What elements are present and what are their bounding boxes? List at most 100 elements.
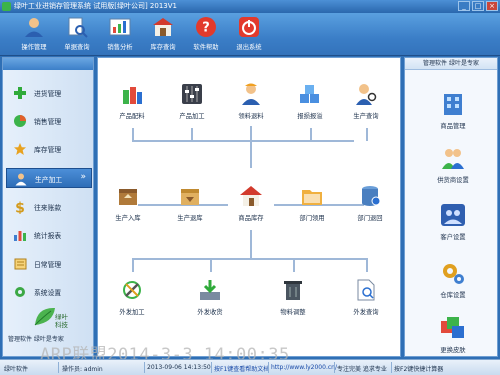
help-icon: ? xyxy=(195,16,217,38)
people-icon xyxy=(442,149,464,169)
status-datetime: 2013-09-06 14:13:50 xyxy=(147,364,211,371)
flow-connector xyxy=(366,258,368,272)
toolbar-warehouse-button[interactable]: 库存查询 xyxy=(143,16,183,54)
minimize-button[interactable]: _ xyxy=(458,1,470,11)
pie-icon xyxy=(14,115,26,127)
module-outsourcing-query[interactable]: 外发查询 xyxy=(344,278,388,316)
box-out-icon xyxy=(181,189,199,205)
module-material-issue-return[interactable]: 领料退料 xyxy=(229,82,273,120)
status-help-hint[interactable]: 按F1键查看帮助文档 xyxy=(214,364,269,373)
flow-connector xyxy=(132,140,354,142)
cubes-icon xyxy=(300,85,319,103)
toolbar-user-manage-button[interactable]: 操作管理 xyxy=(14,16,54,54)
toolbar-sales-analysis-button[interactable]: 销售分析 xyxy=(100,16,140,54)
trash-icon xyxy=(284,281,302,300)
status-slogan: 专注完美 追求专业 xyxy=(337,366,387,373)
right-item-product-manage[interactable]: 商品管理 xyxy=(425,91,481,130)
status-app-name: 绿叶软件 xyxy=(4,366,29,373)
module-department-requisition[interactable]: 部门领用 xyxy=(290,184,334,222)
module-outsourcing[interactable]: 外发加工 xyxy=(110,278,154,316)
maximize-button[interactable]: □ xyxy=(472,1,484,11)
flow-connector xyxy=(366,128,368,141)
module-material-adjustment[interactable]: 物料调整 xyxy=(271,278,315,316)
svg-text:$: $ xyxy=(15,201,25,215)
user-manage-icon xyxy=(23,16,45,38)
sidebar-item-accounts[interactable]: $ 往来账款 xyxy=(6,197,92,217)
chevron-right-icon: » xyxy=(80,172,86,182)
status-separator xyxy=(334,362,335,373)
right-panel-header: 管理软件 绿叶是专家 xyxy=(405,58,497,70)
toolbar-exit-button[interactable]: 退出系统 xyxy=(229,16,269,54)
sidebar-item-reports[interactable]: 统计报表 xyxy=(6,225,92,245)
customers-icon xyxy=(441,204,465,226)
status-bar: 绿叶软件 操作员: admin 2013-09-06 14:13:50 按F1键… xyxy=(0,359,500,375)
module-department-return[interactable]: 部门退回 xyxy=(348,184,392,222)
status-separator xyxy=(144,362,145,373)
exit-icon xyxy=(238,16,260,38)
folder-icon xyxy=(302,190,322,205)
right-item-warehouse-settings[interactable]: 仓库设置 xyxy=(425,260,481,299)
sidebar-item-purchase[interactable]: 进货管理 xyxy=(6,83,92,103)
right-item-change-skin[interactable]: 更换皮肤 xyxy=(425,315,481,354)
close-button[interactable]: × xyxy=(486,1,498,11)
sidebar-item-sales[interactable]: 销售管理 xyxy=(6,111,92,131)
app-logo-icon xyxy=(2,2,11,11)
right-panel: 管理软件 绿叶是专家 商品管理 供货商设置 客户设置 仓库设置 更换皮肤 xyxy=(404,57,498,357)
flow-connector xyxy=(132,128,134,141)
module-product-processing[interactable]: 产品加工 xyxy=(170,82,214,120)
skin-icon xyxy=(441,317,464,338)
status-separator xyxy=(58,362,59,373)
bar-chart-icon xyxy=(14,231,26,241)
person-search-icon xyxy=(356,84,377,105)
warehouse-icon xyxy=(152,16,174,38)
status-separator xyxy=(391,362,392,373)
module-loss-overflow[interactable]: 报损报溢 xyxy=(288,82,332,120)
document-search-icon xyxy=(66,16,88,38)
plus-icon xyxy=(14,87,26,99)
notebook-icon xyxy=(14,258,27,270)
flow-connector xyxy=(250,230,252,260)
sidebar-item-production[interactable]: 生产加工 » xyxy=(6,168,92,188)
flow-connector xyxy=(191,128,193,141)
sales-analysis-icon xyxy=(109,16,131,38)
module-product-inventory[interactable]: 商品库存 xyxy=(229,184,273,222)
dollar-icon: $ xyxy=(15,201,25,215)
database-icon xyxy=(362,186,381,206)
gear-icon xyxy=(15,287,25,297)
user-icon xyxy=(15,173,27,186)
building-icon xyxy=(444,94,462,115)
module-production-stock-in[interactable]: 生产入库 xyxy=(106,184,150,222)
sidebar-item-settings[interactable]: 系统设置 xyxy=(6,282,92,302)
toolbar-document-search-button[interactable]: 单据查询 xyxy=(57,16,97,54)
flow-connector xyxy=(132,258,134,272)
status-separator xyxy=(268,362,269,373)
equalizer-icon xyxy=(182,84,202,104)
file-search-icon xyxy=(357,279,375,301)
tools-icon xyxy=(123,281,141,299)
title-bar: 绿叶工业进销存管理系统 试用版[绿叶公司] 2013V1 _ □ × xyxy=(0,0,500,13)
warehouse-gear-icon xyxy=(443,264,464,284)
status-separator xyxy=(211,362,212,373)
module-outsourcing-receipt[interactable]: 外发收货 xyxy=(188,278,232,316)
sidebar-item-daily[interactable]: 日常管理 xyxy=(6,254,92,274)
svg-text:?: ? xyxy=(202,21,210,36)
left-sidebar: 进货管理 销售管理 库存管理 生产加工 » $ 往来账款 统计报表 日常管理 系… xyxy=(2,57,94,357)
logo-text: 绿叶科技 xyxy=(55,313,68,329)
flow-connector xyxy=(210,258,212,272)
status-operator: 操作员: admin xyxy=(62,366,103,373)
status-website-link[interactable]: http://www.ly2000.cn/ xyxy=(271,364,337,371)
box-in-icon xyxy=(119,189,137,205)
star-icon xyxy=(14,143,26,155)
module-production-query[interactable]: 生产查询 xyxy=(344,82,388,120)
flow-connector xyxy=(293,258,295,272)
production-workspace: 产品配料 产品加工 领料退料 报损报溢 生产查询 生产入库 生产退库 商品库存 … xyxy=(97,57,401,357)
bottles-icon xyxy=(123,87,142,104)
status-calculator-hint[interactable]: 按F2键快捷计算器 xyxy=(394,364,443,373)
sidebar-item-inventory[interactable]: 库存管理 xyxy=(6,139,92,159)
module-production-stock-return[interactable]: 生产退库 xyxy=(168,184,212,222)
module-product-ingredients[interactable]: 产品配料 xyxy=(110,82,154,120)
toolbar-help-button[interactable]: ? 软件帮助 xyxy=(186,16,226,54)
right-item-supplier-settings[interactable]: 供货商设置 xyxy=(425,145,481,184)
flow-connector xyxy=(310,128,312,141)
right-item-customer-settings[interactable]: 客户设置 xyxy=(425,202,481,241)
